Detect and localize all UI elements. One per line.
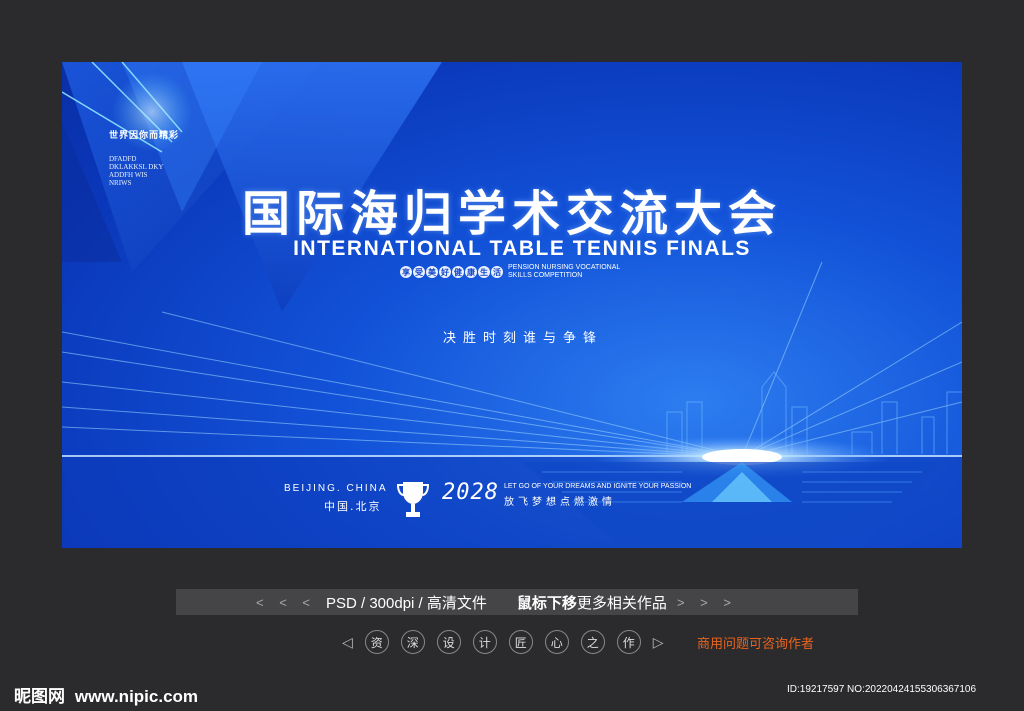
- nav-char: 资: [364, 630, 389, 654]
- badge-english-line: PENSION NURSING VOCATIONAL: [508, 264, 621, 271]
- left-arrows: < < <: [256, 594, 316, 610]
- poster-image: 世界因你而精彩 DFADFD DKLAKKSL DKY ADDFH WIS NR…: [62, 62, 962, 548]
- year-text: 2028: [442, 480, 499, 505]
- prev-arrow-icon[interactable]: ◁: [342, 634, 353, 651]
- tagline-english: LET GO OF YOUR DREAMS AND IGNITE YOUR PA…: [504, 483, 692, 490]
- main-title-chinese: 国际海归学术交流大会: [241, 186, 782, 242]
- right-arrows: > > >: [676, 594, 737, 610]
- slogan: 决胜时刻谁与争锋: [443, 331, 604, 346]
- next-arrow-icon[interactable]: ▷: [653, 634, 664, 651]
- nav-char: 深: [400, 630, 425, 654]
- badge-char: 好: [439, 266, 451, 278]
- nav-char: 作: [616, 630, 641, 654]
- small-chinese-title: 世界因你而精彩: [109, 131, 180, 141]
- hint-bold: 鼠标下移: [516, 594, 577, 612]
- info-bar: < < < PSD / 300dpi / 高清文件 鼠标下移 更多相关作品 > …: [176, 589, 858, 615]
- small-line: DKLAKKSL DKY: [109, 163, 164, 171]
- trophy-icon: [397, 482, 429, 517]
- nav-char: 计: [472, 630, 497, 654]
- hint-rest: 更多相关作品: [576, 594, 667, 612]
- badge-english-line: SKILLS COMPETITION: [508, 272, 583, 279]
- nav-char: 设: [436, 630, 461, 654]
- poster-background-graphic: [62, 62, 962, 548]
- logo-chinese: 昵图网: [14, 687, 65, 707]
- main-title-english: INTERNATIONAL TABLE TENNIS FINALS: [293, 237, 751, 260]
- city-chinese: 中国.北京: [324, 500, 382, 513]
- badge-char: 受: [413, 266, 425, 278]
- badge-char: 康: [465, 266, 477, 278]
- format-info: PSD / 300dpi / 高清文件: [326, 594, 487, 612]
- badge-char: 享: [400, 266, 412, 278]
- badge-english: PENSION NURSING VOCATIONAL SKILLS COMPET…: [508, 264, 620, 280]
- badge-char: 活: [491, 266, 503, 278]
- nav-char: 之: [580, 630, 605, 654]
- small-line: DFADFD: [109, 155, 137, 163]
- badge-char: 美: [426, 266, 438, 278]
- nav-row: ◁ 资 深 设 计 匠 心 之 作 ▷: [336, 629, 670, 655]
- nav-char: 匠: [508, 630, 533, 654]
- badge-char: 健: [452, 266, 464, 278]
- id-text: ID:19217597 NO:20220424155306367106: [787, 684, 977, 695]
- badge-row: 享 受 美 好 健 康 生 活 PENSION NURSING VOCATION…: [400, 264, 620, 280]
- city-english: BEIJING. CHINA: [284, 483, 388, 494]
- badge-char: 生: [478, 266, 490, 278]
- nav-char: 心: [544, 630, 569, 654]
- tagline-chinese: 放飞梦想点燃激情: [504, 497, 616, 508]
- contact-link[interactable]: 商用问题可咨询作者: [697, 633, 814, 652]
- site-url: www.nipic.com: [74, 687, 199, 706]
- site-logo[interactable]: 昵图网 www.nipic.com: [14, 682, 198, 707]
